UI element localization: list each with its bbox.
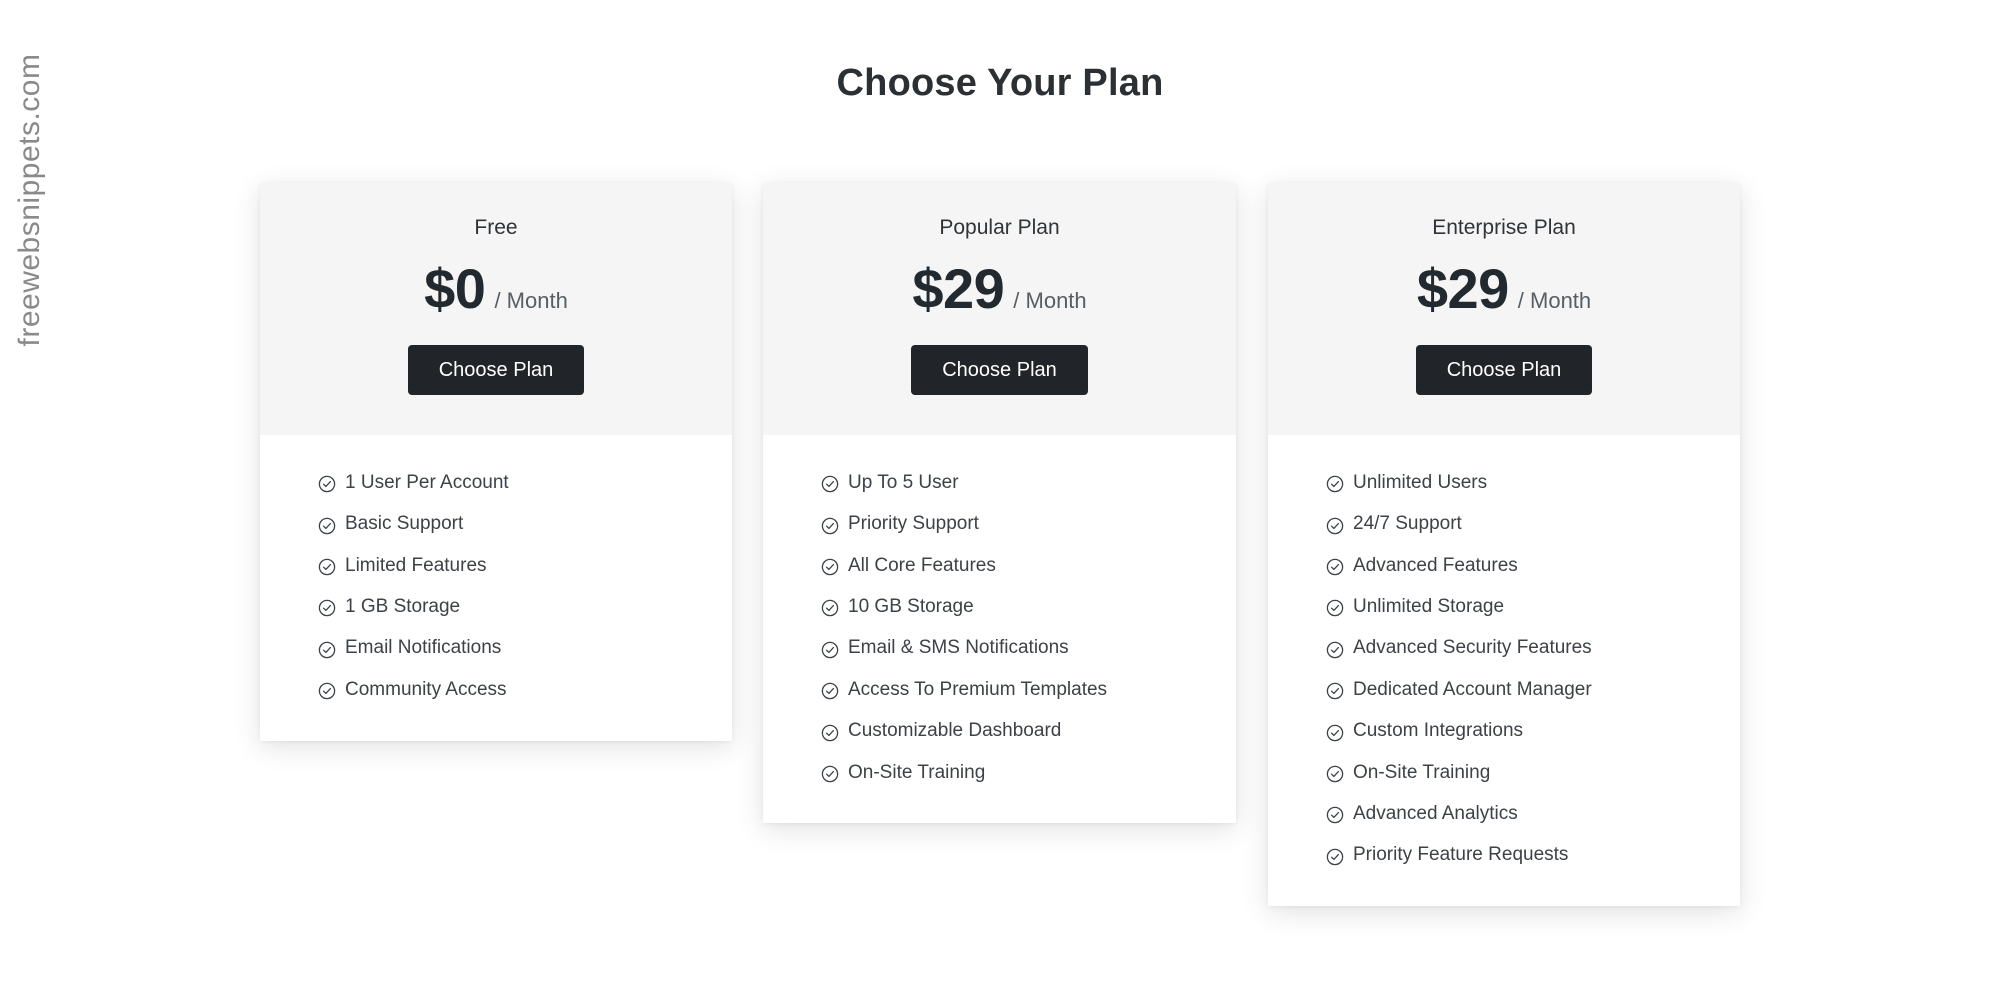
card-header: Enterprise Plan $29 / Month Choose Plan	[1268, 183, 1740, 435]
check-circle-icon	[1326, 641, 1344, 659]
list-item: Community Access	[318, 678, 732, 701]
check-circle-icon	[821, 682, 839, 700]
feature-label: 1 User Per Account	[345, 471, 509, 493]
list-item: Limited Features	[318, 554, 732, 577]
list-item: Email & SMS Notifications	[821, 637, 1236, 659]
price-row: $0 / Month	[260, 257, 732, 320]
list-item: Advanced Security Features	[1326, 637, 1740, 659]
check-circle-icon	[1326, 599, 1344, 617]
list-item: 1 GB Storage	[318, 595, 732, 618]
list-item: 24/7 Support	[1326, 513, 1740, 535]
feature-label: Priority Support	[848, 513, 979, 535]
plan-period: / Month	[494, 288, 568, 313]
list-item: 1 User Per Account	[318, 471, 732, 494]
feature-label: Limited Features	[345, 554, 487, 576]
list-item: Dedicated Account Manager	[1326, 678, 1740, 701]
feature-label: Community Access	[345, 678, 507, 700]
feature-label: On-Site Training	[1353, 761, 1491, 783]
plan-price: $0	[424, 257, 486, 320]
feature-label: Unlimited Users	[1353, 471, 1488, 493]
feature-label: Advanced Features	[1353, 554, 1518, 576]
choose-plan-button[interactable]: Choose Plan	[911, 344, 1088, 395]
feature-label: Dedicated Account Manager	[1353, 678, 1592, 700]
plan-period: / Month	[1517, 288, 1592, 313]
check-circle-icon	[1326, 558, 1344, 576]
check-circle-icon	[1326, 475, 1344, 493]
list-item: On-Site Training	[1326, 761, 1740, 784]
check-circle-icon	[821, 724, 839, 742]
check-circle-icon	[821, 641, 839, 659]
card-header: Free $0 / Month Choose Plan	[260, 183, 732, 435]
choose-plan-button[interactable]: Choose Plan	[407, 344, 585, 395]
list-item: Priority Feature Requests	[1326, 844, 1740, 866]
feature-label: Email Notifications	[345, 637, 502, 659]
pricing-card-popular[interactable]: Popular Plan $29 / Month Choose Plan Up …	[763, 183, 1236, 824]
check-circle-icon	[821, 558, 839, 576]
features-list: 1 User Per Account Basic Support Limited…	[260, 434, 732, 741]
check-circle-icon	[1326, 848, 1344, 866]
features-list: Unlimited Users 24/7 Support Advanced Fe…	[1268, 434, 1740, 907]
features-list: Up To 5 User Priority Support All Core F…	[763, 434, 1236, 824]
check-circle-icon	[318, 641, 336, 659]
list-item: Advanced Analytics	[1326, 802, 1740, 825]
pricing-cards-container: Free $0 / Month Choose Plan 1 User Per A…	[0, 0, 2000, 1000]
check-circle-icon	[821, 599, 839, 617]
list-item: Unlimited Users	[1326, 471, 1740, 494]
check-circle-icon	[318, 682, 336, 700]
check-circle-icon	[1326, 517, 1344, 535]
feature-label: Unlimited Storage	[1353, 595, 1505, 617]
pricing-card-free[interactable]: Free $0 / Month Choose Plan 1 User Per A…	[260, 183, 732, 741]
feature-label: All Core Features	[848, 554, 996, 576]
price-row: $29 / Month	[1268, 257, 1740, 320]
check-circle-icon	[318, 517, 336, 535]
plan-price: $29	[1416, 257, 1509, 320]
feature-label: On-Site Training	[848, 761, 986, 783]
feature-label: Customizable Dashboard	[848, 720, 1062, 742]
plan-period: / Month	[1013, 288, 1087, 313]
check-circle-icon	[1326, 765, 1344, 783]
check-circle-icon	[1326, 806, 1344, 824]
list-item: Basic Support	[318, 513, 732, 535]
check-circle-icon	[318, 475, 336, 493]
feature-label: Advanced Analytics	[1353, 802, 1518, 824]
list-item: Custom Integrations	[1326, 720, 1740, 742]
feature-label: Basic Support	[345, 513, 464, 535]
check-circle-icon	[821, 517, 839, 535]
feature-label: Access To Premium Templates	[848, 678, 1108, 700]
list-item: Priority Support	[821, 513, 1236, 535]
feature-label: Email & SMS Notifications	[848, 637, 1069, 659]
check-circle-icon	[821, 765, 839, 783]
check-circle-icon	[318, 599, 336, 617]
feature-label: 24/7 Support	[1353, 513, 1462, 535]
list-item: 10 GB Storage	[821, 595, 1236, 618]
card-header: Popular Plan $29 / Month Choose Plan	[763, 183, 1236, 435]
check-circle-icon	[821, 475, 839, 493]
price-row: $29 / Month	[763, 257, 1236, 320]
check-circle-icon	[1326, 724, 1344, 742]
pricing-card-enterprise[interactable]: Enterprise Plan $29 / Month Choose Plan …	[1268, 183, 1740, 907]
plan-price: $29	[912, 257, 1005, 320]
check-circle-icon	[1326, 682, 1344, 700]
feature-label: Advanced Security Features	[1353, 637, 1592, 659]
list-item: Customizable Dashboard	[821, 720, 1236, 742]
list-item: Unlimited Storage	[1326, 595, 1740, 618]
list-item: Up To 5 User	[821, 471, 1236, 494]
plan-name: Free	[474, 216, 518, 239]
plan-name: Enterprise Plan	[1432, 216, 1576, 239]
pricing-page: Choose Your Plan freewebsnippets.com Fre…	[0, 0, 2000, 1000]
feature-label: 1 GB Storage	[345, 595, 461, 617]
choose-plan-button[interactable]: Choose Plan	[1415, 344, 1593, 395]
list-item: Access To Premium Templates	[821, 678, 1236, 701]
list-item: Email Notifications	[318, 637, 732, 659]
list-item: Advanced Features	[1326, 554, 1740, 577]
plan-name: Popular Plan	[939, 216, 1060, 239]
list-item: On-Site Training	[821, 761, 1236, 784]
check-circle-icon	[318, 558, 336, 576]
feature-label: Up To 5 User	[848, 471, 959, 493]
feature-label: Custom Integrations	[1353, 720, 1524, 742]
list-item: All Core Features	[821, 554, 1236, 577]
feature-label: 10 GB Storage	[848, 595, 974, 617]
feature-label: Priority Feature Requests	[1353, 844, 1569, 866]
